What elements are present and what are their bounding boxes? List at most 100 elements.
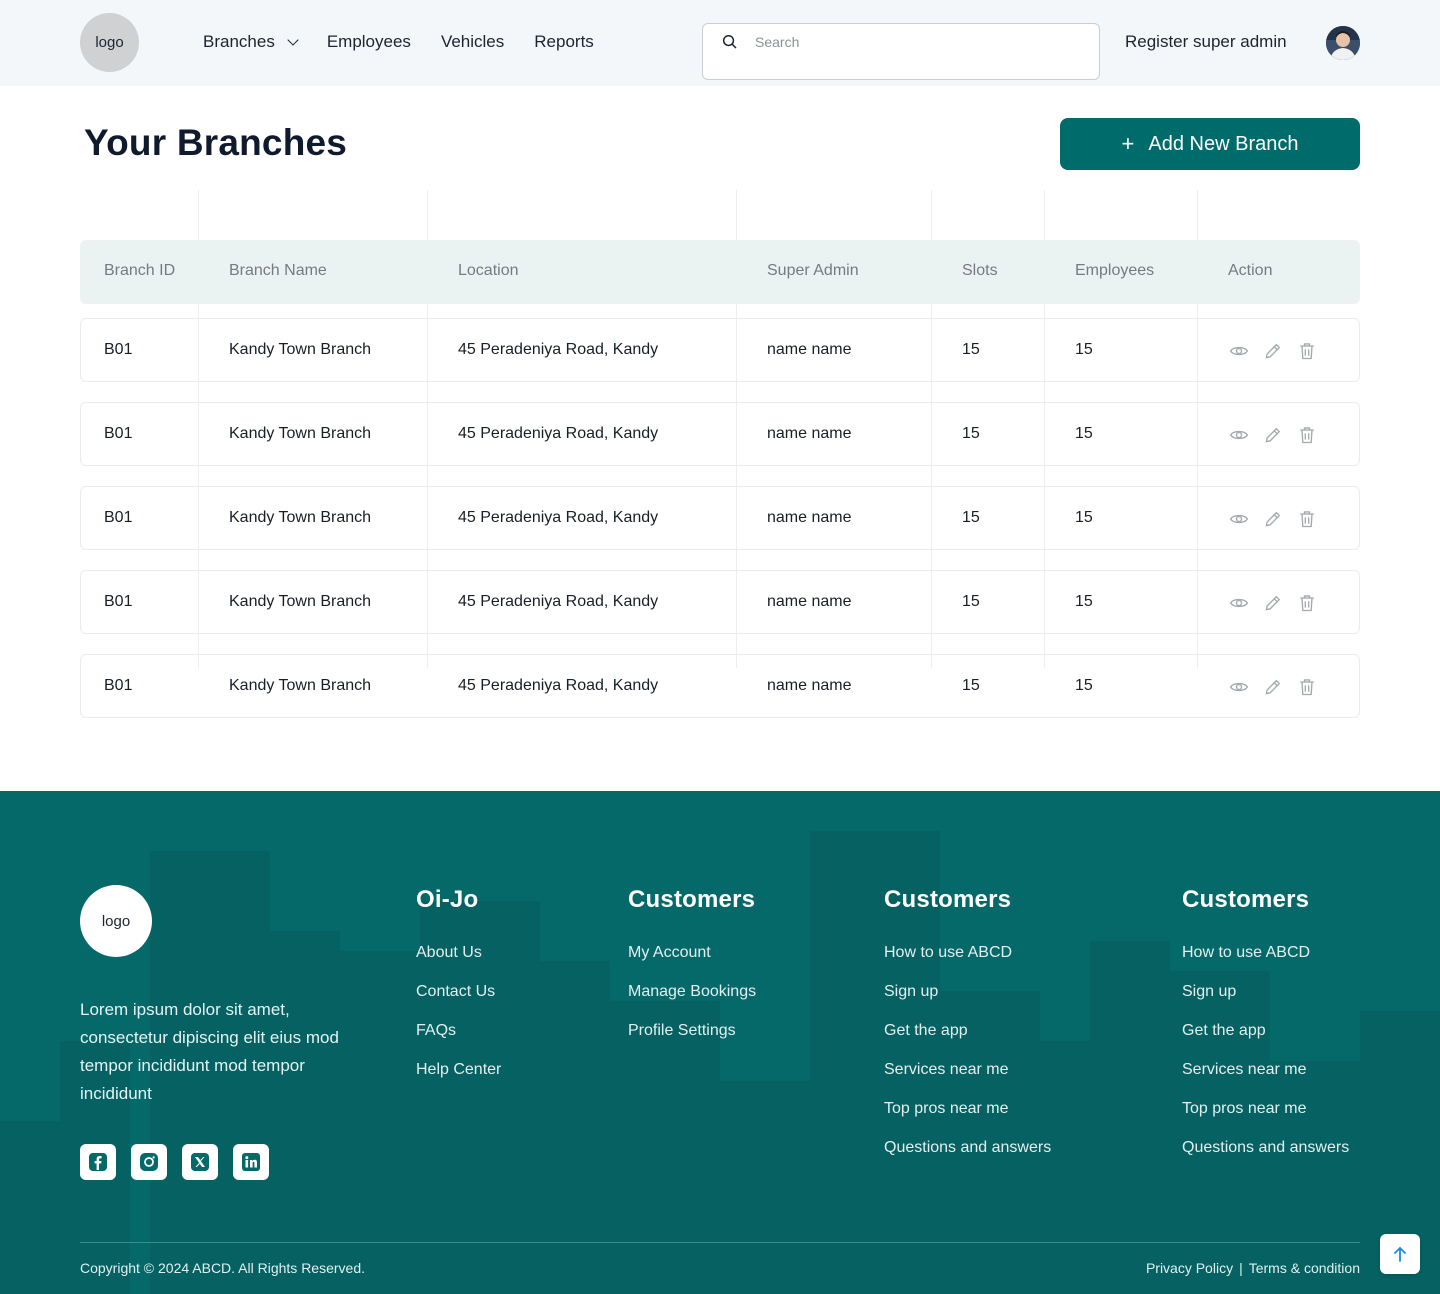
table-row[interactable]: B01 Kandy Town Branch 45 Peradeniya Road… bbox=[80, 318, 1360, 382]
logo[interactable]: logo bbox=[80, 13, 139, 72]
cell-employees: 15 bbox=[1075, 593, 1093, 610]
column-header-branch-name[interactable]: Branch Name bbox=[229, 262, 327, 280]
cell-location: 45 Peradeniya Road, Kandy bbox=[458, 593, 659, 610]
trash-icon[interactable] bbox=[1297, 593, 1317, 613]
cell-branch-name: Kandy Town Branch bbox=[229, 593, 372, 610]
cell-branch-id: B01 bbox=[104, 341, 133, 358]
plus-icon: + bbox=[1121, 131, 1135, 156]
footer-divider bbox=[80, 1242, 1360, 1243]
nav-branches[interactable]: Branches bbox=[203, 32, 299, 52]
cell-slots: 15 bbox=[962, 509, 980, 526]
footer-link-questions-and-answers[interactable]: Questions and answers bbox=[884, 1138, 1051, 1158]
cell-location: 45 Peradeniya Road, Kandy bbox=[458, 425, 659, 442]
main-nav: Branches Employees Vehicles Reports bbox=[203, 32, 594, 52]
footer-link-get-the-app[interactable]: Get the app bbox=[884, 1021, 1051, 1041]
nav-employees[interactable]: Employees bbox=[327, 32, 411, 52]
x-icon bbox=[191, 1153, 209, 1171]
footer-link-services-near-me[interactable]: Services near me bbox=[1182, 1060, 1349, 1080]
cell-super-admin: name name bbox=[767, 677, 852, 694]
eye-icon[interactable] bbox=[1229, 593, 1249, 613]
footer-column-title: Customers bbox=[1182, 886, 1310, 913]
pencil-icon[interactable] bbox=[1263, 425, 1283, 445]
trash-icon[interactable] bbox=[1297, 677, 1317, 697]
scroll-to-top-button[interactable] bbox=[1380, 1234, 1420, 1274]
register-super-admin-link[interactable]: Register super admin bbox=[1125, 32, 1287, 52]
column-header-location[interactable]: Location bbox=[458, 262, 519, 280]
add-new-branch-label: Add New Branch bbox=[1148, 132, 1299, 155]
eye-icon[interactable] bbox=[1229, 425, 1249, 445]
footer-link-how-to-use[interactable]: How to use ABCD bbox=[1182, 943, 1349, 963]
page-title: Your Branches bbox=[84, 122, 348, 163]
legal-links: Privacy Policy | Terms & condition bbox=[1146, 1260, 1360, 1276]
footer-link-manage-bookings[interactable]: Manage Bookings bbox=[628, 982, 756, 1002]
footer-link-faqs[interactable]: FAQs bbox=[416, 1021, 501, 1041]
trash-icon[interactable] bbox=[1297, 509, 1317, 529]
cell-branch-id: B01 bbox=[104, 509, 133, 526]
column-header-employees[interactable]: Employees bbox=[1075, 262, 1154, 280]
legal-separator: | bbox=[1239, 1260, 1243, 1276]
footer-link-get-the-app[interactable]: Get the app bbox=[1182, 1021, 1349, 1041]
column-header-slots[interactable]: Slots bbox=[962, 262, 998, 280]
facebook-link[interactable] bbox=[80, 1144, 116, 1180]
instagram-link[interactable] bbox=[131, 1144, 167, 1180]
footer-link-questions-and-answers[interactable]: Questions and answers bbox=[1182, 1138, 1349, 1158]
pencil-icon[interactable] bbox=[1263, 509, 1283, 529]
row-actions bbox=[1229, 593, 1317, 613]
terms-link[interactable]: Terms & condition bbox=[1249, 1260, 1360, 1276]
pencil-icon[interactable] bbox=[1263, 677, 1283, 697]
footer-link-about-us[interactable]: About Us bbox=[416, 943, 501, 963]
table-header: Branch ID Branch Name Location Super Adm… bbox=[80, 240, 1360, 304]
footer-logo[interactable]: logo bbox=[80, 885, 152, 957]
cell-super-admin: name name bbox=[767, 593, 852, 610]
row-actions bbox=[1229, 341, 1317, 361]
column-header-super-admin[interactable]: Super Admin bbox=[767, 262, 859, 280]
search-input[interactable] bbox=[755, 30, 1085, 54]
column-header-branch-id[interactable]: Branch ID bbox=[104, 262, 175, 280]
footer-link-profile-settings[interactable]: Profile Settings bbox=[628, 1021, 756, 1041]
table-row[interactable]: B01 Kandy Town Branch 45 Peradeniya Road… bbox=[80, 402, 1360, 466]
eye-icon[interactable] bbox=[1229, 677, 1249, 697]
privacy-policy-link[interactable]: Privacy Policy bbox=[1146, 1260, 1233, 1276]
trash-icon[interactable] bbox=[1297, 425, 1317, 445]
footer-link-how-to-use[interactable]: How to use ABCD bbox=[884, 943, 1051, 963]
footer-link-sign-up[interactable]: Sign up bbox=[884, 982, 1051, 1002]
footer-link-help-center[interactable]: Help Center bbox=[416, 1060, 501, 1080]
trash-icon[interactable] bbox=[1297, 341, 1317, 361]
footer-link-contact-us[interactable]: Contact Us bbox=[416, 982, 501, 1002]
footer-link-services-near-me[interactable]: Services near me bbox=[884, 1060, 1051, 1080]
cell-branch-id: B01 bbox=[104, 593, 133, 610]
pencil-icon[interactable] bbox=[1263, 341, 1283, 361]
row-actions bbox=[1229, 425, 1317, 445]
instagram-icon bbox=[140, 1153, 158, 1171]
avatar-image bbox=[1326, 26, 1360, 60]
add-new-branch-button[interactable]: + Add New Branch bbox=[1060, 118, 1360, 170]
footer: logo Lorem ipsum dolor sit amet, consect… bbox=[0, 791, 1440, 1294]
pencil-icon[interactable] bbox=[1263, 593, 1283, 613]
nav-vehicles[interactable]: Vehicles bbox=[441, 32, 504, 52]
nav-reports-label: Reports bbox=[534, 32, 594, 51]
cell-super-admin: name name bbox=[767, 425, 852, 442]
cell-branch-id: B01 bbox=[104, 425, 133, 442]
nav-reports[interactable]: Reports bbox=[534, 32, 594, 52]
eye-icon[interactable] bbox=[1229, 341, 1249, 361]
x-link[interactable] bbox=[182, 1144, 218, 1180]
table-row[interactable]: B01 Kandy Town Branch 45 Peradeniya Road… bbox=[80, 654, 1360, 718]
footer-column-oi-jo: Oi-Jo About Us Contact Us FAQs Help Cent… bbox=[416, 886, 501, 1099]
footer-link-my-account[interactable]: My Account bbox=[628, 943, 756, 963]
social-links bbox=[80, 1144, 269, 1180]
avatar[interactable] bbox=[1326, 26, 1360, 60]
column-header-action: Action bbox=[1228, 262, 1273, 279]
cell-branch-name: Kandy Town Branch bbox=[229, 677, 372, 694]
cell-slots: 15 bbox=[962, 341, 980, 358]
arrow-up-icon bbox=[1394, 1247, 1406, 1262]
table-row[interactable]: B01 Kandy Town Branch 45 Peradeniya Road… bbox=[80, 570, 1360, 634]
footer-link-top-pros-near-me[interactable]: Top pros near me bbox=[884, 1099, 1051, 1119]
linkedin-icon bbox=[242, 1153, 260, 1171]
footer-column-customers-2: Customers How to use ABCD Sign up Get th… bbox=[884, 886, 1051, 1177]
nav-employees-label: Employees bbox=[326, 32, 411, 51]
eye-icon[interactable] bbox=[1229, 509, 1249, 529]
table-row[interactable]: B01 Kandy Town Branch 45 Peradeniya Road… bbox=[80, 486, 1360, 550]
footer-link-top-pros-near-me[interactable]: Top pros near me bbox=[1182, 1099, 1349, 1119]
footer-link-sign-up[interactable]: Sign up bbox=[1182, 982, 1349, 1002]
linkedin-link[interactable] bbox=[233, 1144, 269, 1180]
